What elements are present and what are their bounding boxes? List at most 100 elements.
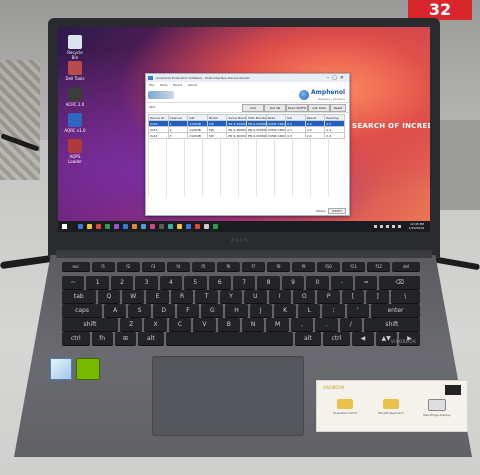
reset-button[interactable]: Reset xyxy=(330,104,346,112)
taskbar-app-icon[interactable] xyxy=(78,224,83,229)
key[interactable]: L xyxy=(298,304,321,317)
desktop-icon[interactable]: ACRC 2.0 xyxy=(64,87,86,107)
key[interactable]: U xyxy=(244,290,267,303)
key[interactable]: f4 xyxy=(166,262,190,271)
key[interactable]: ] xyxy=(366,290,389,303)
taskbar-app-icon[interactable] xyxy=(141,224,146,229)
key[interactable]: 8 xyxy=(257,276,280,289)
key[interactable]: - xyxy=(330,276,354,289)
key[interactable]: ◀ xyxy=(352,332,374,345)
key[interactable]: 3 xyxy=(135,276,158,289)
desktop-icon[interactable]: AQRC v1.0 xyxy=(64,113,86,133)
key[interactable]: alt xyxy=(295,332,321,345)
key[interactable]: I xyxy=(268,290,292,303)
taskbar-app-icon[interactable] xyxy=(159,224,164,229)
start-button-icon[interactable] xyxy=(62,224,67,229)
taskbar-app-icon[interactable] xyxy=(186,224,191,229)
key[interactable]: D xyxy=(152,304,175,317)
key[interactable]: esc xyxy=(62,262,90,271)
key[interactable]: F xyxy=(176,304,200,317)
key[interactable]: f6 xyxy=(216,262,240,271)
key[interactable]: S xyxy=(128,304,151,317)
desktop-icon[interactable]: AQPS Loader xyxy=(64,139,86,164)
key[interactable]: K xyxy=(273,304,297,317)
read-sn-fw-button[interactable]: Read SN/FW xyxy=(286,104,308,112)
key[interactable]: caps xyxy=(62,304,103,317)
taskbar-app-icon[interactable] xyxy=(114,224,119,229)
key[interactable]: 4 xyxy=(159,276,183,289)
key[interactable]: E xyxy=(146,290,169,303)
key[interactable]: H xyxy=(225,304,248,317)
key[interactable]: X xyxy=(144,318,167,331)
key[interactable]: ⊞ xyxy=(114,332,137,345)
key[interactable]: B xyxy=(217,318,240,331)
menu-board[interactable]: Board xyxy=(173,83,182,87)
key[interactable]: M xyxy=(266,318,289,331)
key[interactable]: W xyxy=(122,290,145,303)
get-sn-button[interactable]: Get SN xyxy=(264,104,286,112)
key[interactable]: ⌫ xyxy=(379,276,420,289)
key[interactable]: 2 xyxy=(110,276,134,289)
menu-tools[interactable]: Tools xyxy=(160,83,167,87)
key[interactable]: shift xyxy=(363,318,420,331)
menu-about[interactable]: About xyxy=(188,83,197,87)
key[interactable]: tab xyxy=(62,290,96,303)
taskbar-app-icon[interactable] xyxy=(105,224,110,229)
key[interactable]: = xyxy=(355,276,378,289)
desktop-icon[interactable]: Dell Tools xyxy=(64,61,86,81)
taskbar-app-icon[interactable] xyxy=(168,224,173,229)
key[interactable]: ; xyxy=(322,304,345,317)
key[interactable]: shift xyxy=(62,318,118,331)
key[interactable]: ~ xyxy=(62,276,85,289)
key[interactable]: R xyxy=(170,290,194,303)
key[interactable]: [ xyxy=(341,290,365,303)
key[interactable]: T xyxy=(195,290,218,303)
key[interactable]: / xyxy=(339,318,362,331)
key[interactable]: f11 xyxy=(342,262,366,271)
touchpad[interactable] xyxy=(152,356,304,436)
taskbar-app-icon[interactable] xyxy=(132,224,137,229)
key[interactable]: ctrl xyxy=(62,332,90,345)
space-key[interactable] xyxy=(165,332,294,345)
key[interactable]: 6 xyxy=(208,276,231,289)
key[interactable]: f9 xyxy=(292,262,316,271)
key[interactable]: V xyxy=(193,318,216,331)
key[interactable]: f2 xyxy=(116,262,140,271)
system-tray-icons[interactable] xyxy=(374,225,404,228)
key[interactable]: Y xyxy=(219,290,243,303)
taskbar-app-icon[interactable] xyxy=(96,224,101,229)
key[interactable]: P xyxy=(317,290,340,303)
window-titlebar[interactable]: Amphenol Evaluation Software - Multi-Int… xyxy=(146,74,349,82)
key[interactable]: alt xyxy=(138,332,164,345)
key[interactable]: f1 xyxy=(91,262,115,271)
key[interactable]: C xyxy=(168,318,192,331)
key[interactable]: 9 xyxy=(281,276,305,289)
key[interactable]: \ xyxy=(390,290,420,303)
key[interactable]: 1 xyxy=(86,276,109,289)
key[interactable]: A xyxy=(104,304,127,317)
key[interactable]: f7 xyxy=(241,262,265,271)
key[interactable]: O xyxy=(293,290,316,303)
taskbar-app-icon[interactable] xyxy=(123,224,128,229)
taskbar-app-icon[interactable] xyxy=(87,224,92,229)
taskbar-app-icon[interactable] xyxy=(177,224,182,229)
key[interactable]: , xyxy=(290,318,314,331)
key[interactable]: Q xyxy=(97,290,121,303)
key[interactable]: Z xyxy=(120,318,143,331)
menu-file[interactable]: File xyxy=(149,83,154,87)
key[interactable]: f10 xyxy=(317,262,341,271)
key[interactable]: 5 xyxy=(184,276,207,289)
key[interactable]: 0 xyxy=(306,276,329,289)
toolbar-icons[interactable] xyxy=(148,91,174,99)
taskbar-app-icon[interactable] xyxy=(213,224,218,229)
key[interactable]: f5 xyxy=(191,262,215,271)
key[interactable]: J xyxy=(249,304,272,317)
desktop-icon[interactable]: Recycle Bin xyxy=(64,35,86,60)
key[interactable]: f3 xyxy=(141,262,165,271)
app-window[interactable]: Amphenol Evaluation Software - Multi-Int… xyxy=(145,73,350,216)
key[interactable]: G xyxy=(201,304,224,317)
key[interactable]: N xyxy=(241,318,265,331)
key[interactable]: 7 xyxy=(232,276,256,289)
window-controls[interactable]: –▢✕ xyxy=(327,74,347,82)
key[interactable]: ' xyxy=(346,304,369,317)
